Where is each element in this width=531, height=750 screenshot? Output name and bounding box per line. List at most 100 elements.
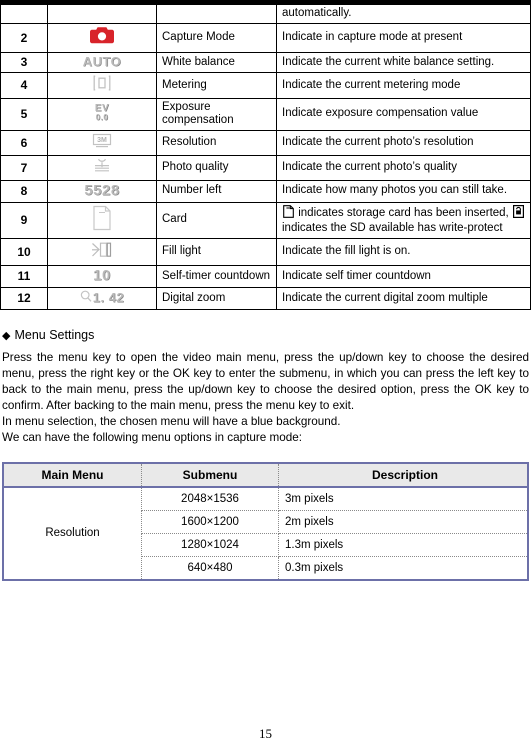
card-desc-part2: indicates the SD available has write-pro…	[282, 222, 503, 235]
row-description: Indicate the current white balance setti…	[276, 51, 531, 74]
main-menu-resolution: Resolution	[3, 486, 142, 581]
row-name: Card	[156, 201, 277, 239]
row-description: indicates storage card has been inserted…	[276, 201, 531, 239]
osd-icon-table: automatically. 2 Capture Mode Indicate i…	[0, 5, 531, 311]
row-icon-cell: 10	[47, 265, 157, 288]
row-name: Number left	[156, 179, 277, 203]
menu-settings-heading: ◆ Menu Settings	[2, 328, 531, 342]
diamond-bullet-icon: ◆	[2, 330, 11, 343]
row-icon-cell: 1. 42	[47, 286, 157, 311]
row-number	[0, 5, 48, 24]
metering-icon	[93, 75, 111, 96]
card-write-protect-icon	[512, 204, 524, 223]
menu-settings-line2: In menu selection, the chosen menu will …	[2, 414, 341, 428]
table-row: 4 Metering Indicate the current metering…	[0, 72, 531, 99]
menu-options-table-wrap: Main Menu Submenu Description Resolution…	[0, 461, 531, 581]
table-row: 12 1. 42 Digital zoom Indicate the curre…	[0, 286, 531, 311]
row-description: automatically.	[276, 5, 531, 24]
table-row: 6 3M Resolution Indicate the current pho…	[0, 129, 531, 157]
exposure-compensation-icon: EV 0.0	[95, 103, 109, 122]
row-number: 5	[0, 97, 48, 131]
row-name: Metering	[156, 72, 277, 99]
menu-settings-paragraph: Press the menu key to open the video mai…	[2, 351, 529, 413]
auto-white-balance-icon: AUTO	[82, 53, 122, 69]
row-icon-cell: EV 0.0	[47, 97, 157, 131]
row-number: 10	[0, 237, 48, 267]
submenu-value: 1280×1024	[141, 533, 279, 557]
submenu-value: 2048×1536	[141, 486, 279, 511]
row-description: Indicate self timer countdown	[276, 265, 531, 288]
row-number: 7	[0, 155, 48, 181]
table-row: 3 AUTO White balance Indicate the curren…	[0, 51, 531, 74]
submenu-description: 2m pixels	[278, 510, 528, 534]
table-row: 10 Fill light Indicate the fill light is…	[0, 237, 531, 267]
camera-icon	[89, 26, 115, 50]
fill-light-icon	[91, 241, 113, 264]
row-number: 8	[0, 179, 48, 203]
row-description: Indicate in capture mode at present	[276, 23, 531, 53]
table-row: 11 10 Self-timer countdown Indicate self…	[0, 265, 531, 288]
row-icon-cell	[47, 72, 157, 99]
row-name: White balance	[156, 51, 277, 74]
row-name: Exposure compensation	[156, 97, 277, 131]
row-icon-cell	[47, 5, 157, 24]
table-row: automatically.	[0, 5, 531, 24]
row-number: 6	[0, 129, 48, 157]
submenu-value: 1600×1200	[141, 510, 279, 534]
row-icon-cell: 3M	[47, 129, 157, 157]
row-icon-cell	[47, 23, 157, 53]
row-icon-cell	[47, 201, 157, 239]
row-icon-cell: AUTO	[47, 51, 157, 74]
row-description: Indicate the current photo’s quality	[276, 155, 531, 181]
row-number: 2	[0, 23, 48, 53]
table-row: 2 Capture Mode Indicate in capture mode …	[0, 23, 531, 53]
digital-zoom-value: 1. 42	[92, 289, 125, 305]
submenu-description: 3m pixels	[278, 486, 528, 511]
row-name: Self-timer countdown	[156, 265, 277, 288]
row-icon-cell	[47, 237, 157, 267]
svg-text:3M: 3M	[97, 137, 107, 144]
table-row: 7 Photo quality Indicate the current pho…	[0, 155, 531, 181]
row-number: 12	[0, 286, 48, 311]
row-name: Digital zoom	[156, 286, 277, 311]
submenu-description: 0.3m pixels	[285, 561, 344, 574]
submenu-value: 640×480	[141, 556, 279, 580]
table-header-row: Main Menu Submenu Description	[3, 462, 528, 488]
menu-settings-line3: We can have the following menu options i…	[2, 430, 302, 444]
row-name: Photo quality	[156, 155, 277, 181]
row-name: Fill light	[156, 237, 277, 267]
number-left-icon: 5528	[84, 181, 120, 199]
row-description: Indicate how many photos you can still t…	[276, 179, 531, 203]
row-description: Indicate exposure compensation value	[276, 97, 531, 131]
row-name	[156, 5, 277, 24]
page-number: 15	[259, 726, 272, 741]
table-row: 8 5528 Number left Indicate how many pho…	[0, 179, 531, 203]
row-number: 11	[0, 265, 48, 288]
column-header-main-menu: Main Menu	[3, 462, 142, 488]
row-number: 4	[0, 72, 48, 99]
menu-options-table: Main Menu Submenu Description Resolution…	[2, 461, 529, 581]
photo-quality-icon	[92, 158, 112, 178]
memory-card-icon	[92, 205, 112, 236]
table-row: 5 EV 0.0 Exposure compensation Indicate …	[0, 97, 531, 131]
self-timer-countdown-icon: 10	[93, 267, 111, 285]
column-header-submenu: Submenu	[141, 462, 279, 488]
card-inserted-icon	[283, 204, 294, 223]
row-description: Indicate the current metering mode	[276, 72, 531, 99]
row-name: Resolution	[156, 129, 277, 157]
menu-settings-heading-text: Menu Settings	[14, 328, 95, 343]
row-description: Indicate the current digital zoom multip…	[276, 286, 531, 311]
row-name: Capture Mode	[156, 23, 277, 53]
row-icon-cell: 5528	[47, 179, 157, 203]
row-description: Indicate the fill light is on.	[276, 237, 531, 267]
submenu-description: 1.3m pixels	[278, 533, 528, 557]
column-header-description: Description	[278, 462, 528, 488]
row-number: 3	[0, 51, 48, 74]
row-number: 9	[0, 201, 48, 239]
table-row: 9 Card indicates storage card has been i…	[0, 201, 531, 239]
row-icon-cell	[47, 155, 157, 181]
ev-value: 0.0	[95, 112, 109, 122]
page-content: automatically. 2 Capture Mode Indicate i…	[0, 5, 531, 581]
card-desc-part1: indicates storage card has been inserted…	[298, 206, 509, 219]
magnifier-icon	[80, 290, 92, 308]
